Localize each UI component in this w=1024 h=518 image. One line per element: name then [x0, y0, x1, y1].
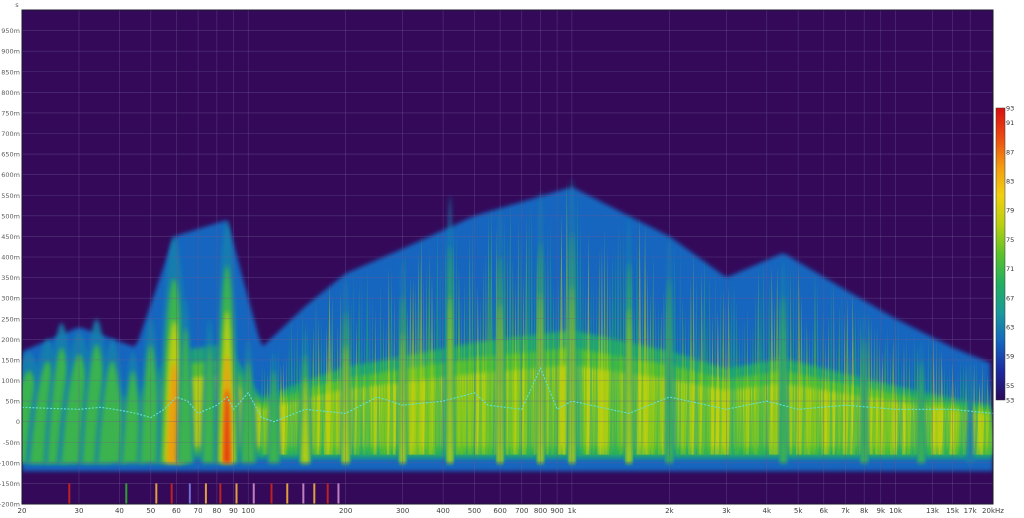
y-tick-label: 200m — [1, 336, 20, 344]
x-tick-label: 6k — [820, 507, 829, 515]
y-tick-label: 100m — [1, 377, 20, 385]
y-tick-label: 150m — [1, 356, 20, 364]
colorbar-tick-label: 91 — [1006, 119, 1014, 127]
x-tick-label: 4k — [763, 507, 772, 515]
y-tick-label: 900m — [1, 48, 20, 56]
y-tick-label: 950m — [1, 27, 20, 35]
x-tick-label: 2k — [665, 507, 674, 515]
y-tick-label: -200m — [0, 501, 20, 509]
y-tick-label: 350m — [1, 274, 20, 282]
floor-marker — [68, 483, 71, 504]
floor-marker — [286, 483, 289, 504]
x-tick-label: 90 — [229, 507, 238, 515]
colorbar-tick-label: 75 — [1006, 236, 1014, 244]
y-tick-label: -150m — [0, 480, 20, 488]
y-tick-label: 650m — [1, 151, 20, 159]
x-tick-label: 15k — [946, 507, 960, 515]
x-tick-label: 900 — [550, 507, 563, 515]
x-tick-label: 1k — [568, 507, 577, 515]
colorbar-tick-label: 67 — [1006, 294, 1014, 302]
floor-marker — [252, 483, 255, 504]
floor-marker — [219, 483, 222, 504]
colorbar-tick-label: 83 — [1006, 178, 1014, 186]
floor-marker — [337, 483, 340, 504]
floor-marker — [155, 483, 158, 504]
x-tick-label: 10k — [889, 507, 903, 515]
colorbar-tick-label: 87 — [1006, 148, 1014, 156]
x-tick-label: 17k — [964, 507, 978, 515]
y-tick-label: 400m — [1, 254, 20, 262]
y-tick-label: 600m — [1, 171, 20, 179]
x-tick-label: 400 — [436, 507, 449, 515]
x-tick-label: 700 — [515, 507, 528, 515]
x-tick-label: 30 — [75, 507, 84, 515]
floor-marker — [170, 483, 173, 504]
y-tick-label: 500m — [1, 212, 20, 220]
x-tick-label: 5k — [794, 507, 803, 515]
colorbar-tick-label: 55 — [1006, 382, 1014, 390]
x-tick-label: 13k — [926, 507, 940, 515]
x-tick-label: 200 — [339, 507, 352, 515]
floor-marker — [302, 483, 305, 504]
floor-marker — [204, 483, 207, 504]
y-tick-label: 750m — [1, 109, 20, 117]
colorbar-tick-label: 93 — [1006, 105, 1014, 113]
floor-marker — [125, 483, 128, 504]
floor-marker — [270, 483, 273, 504]
x-tick-label: 7k — [841, 507, 850, 515]
colorbar — [995, 107, 1006, 401]
x-tick-label: 70 — [194, 507, 203, 515]
spectrogram-chart: 20 30 40 50 60 70 80 90 100 200 300 400 500 600 700 800… — [0, 1, 1014, 515]
x-tick-label: 9k — [876, 507, 885, 515]
x-tick-label: 50 — [146, 507, 155, 515]
colorbar-tick-label: 53 — [1006, 397, 1014, 405]
floor-marker — [188, 483, 191, 504]
x-tick-label: 8k — [860, 507, 869, 515]
colorbar-tick-label: 71 — [1006, 265, 1014, 273]
x-tick-label: 40 — [115, 507, 124, 515]
x-tick-label: 3k — [722, 507, 731, 515]
x-tick-label: 500 — [468, 507, 481, 515]
spectrogram-window: 20 30 40 50 60 70 80 90 100 200 300 400 500 600 700 800… — [0, 0, 1024, 518]
y-tick-label: 850m — [1, 68, 20, 76]
y-tick-label: 50m — [5, 398, 20, 406]
y-tick-label: 450m — [1, 233, 20, 241]
x-tick-label: 300 — [396, 507, 409, 515]
y-tick-label: -100m — [0, 459, 20, 467]
colorbar-tick-label: 63 — [1006, 324, 1014, 332]
floor-marker — [326, 483, 329, 504]
floor-marker — [313, 483, 316, 504]
x-tick-label: 20kHz — [982, 507, 1004, 515]
x-tick-label: 600 — [493, 507, 506, 515]
y-tick-label: 250m — [1, 315, 20, 323]
x-tick-label: 80 — [212, 507, 221, 515]
y-tick-label: -50m — [3, 439, 20, 447]
y-tick-label: 0 — [16, 418, 20, 426]
y-tick-label: 300m — [1, 295, 20, 303]
x-tick-label: 100 — [242, 507, 255, 515]
x-tick-label: 800 — [534, 507, 547, 515]
x-tick-label: 60 — [172, 507, 181, 515]
colorbar-tick-label: 59 — [1006, 353, 1014, 361]
y-tick-label: 550m — [1, 192, 20, 200]
y-tick-label: 700m — [1, 130, 20, 138]
floor-marker — [235, 483, 238, 504]
colorbar-tick-label: 79 — [1006, 207, 1014, 215]
y-tick-label: 800m — [1, 89, 20, 97]
y-unit-label: s — [15, 1, 19, 9]
